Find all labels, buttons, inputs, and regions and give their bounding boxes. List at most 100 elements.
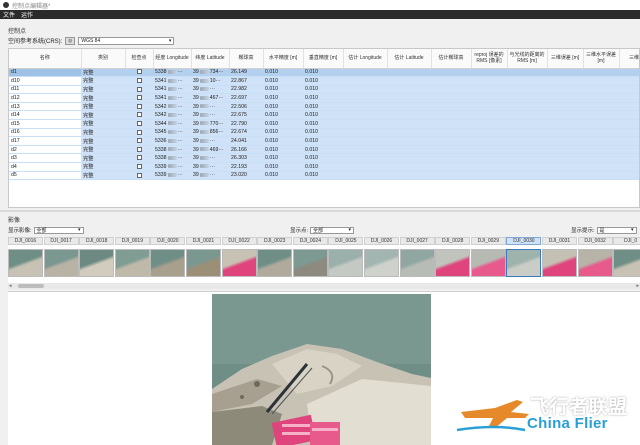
3d-error-cell[interactable] <box>547 85 583 95</box>
reproj-error-cell[interactable] <box>471 76 507 86</box>
table-row[interactable]: d2 完整 5338 ··· 39 469··· 26.166 0.010 0.010 <box>9 145 639 155</box>
estimated-latitude-cell[interactable] <box>387 162 431 172</box>
3d-horizontal-error-cell[interactable] <box>583 76 619 86</box>
height-cell[interactable]: 22.193 <box>229 162 263 172</box>
point-name-cell[interactable]: d2 <box>9 145 81 155</box>
vertical-accuracy-cell[interactable]: 0.010 <box>303 102 343 112</box>
longitude-cell[interactable]: 5339 ··· <box>153 171 191 181</box>
estimated-latitude-cell[interactable] <box>387 85 431 95</box>
point-name-cell[interactable]: d12 <box>9 93 81 103</box>
checkpoint-checkbox[interactable] <box>136 146 142 152</box>
estimated-longitude-cell[interactable] <box>343 110 387 121</box>
column-header[interactable]: 估计 Latitude <box>387 49 432 69</box>
aerial-photo[interactable] <box>212 294 431 445</box>
vertical-accuracy-cell[interactable]: 0.010 <box>303 68 343 78</box>
reproj-error-cell[interactable] <box>471 162 507 172</box>
estimated-longitude-cell[interactable] <box>343 119 387 129</box>
point-name-cell[interactable]: d15 <box>9 119 81 129</box>
horizontal-accuracy-cell[interactable]: 0.010 <box>263 128 303 138</box>
latitude-cell[interactable]: 39 ··· <box>191 136 229 146</box>
reproj-error-cell[interactable] <box>471 128 507 138</box>
3d-extra-cell[interactable] <box>619 102 639 112</box>
point-name-cell[interactable]: d3 <box>9 153 81 164</box>
checkpoint-checkbox[interactable] <box>136 120 142 126</box>
horizontal-accuracy-cell[interactable]: 0.010 <box>263 162 303 172</box>
vertical-accuracy-cell[interactable]: 0.010 <box>303 119 343 129</box>
estimated-latitude-cell[interactable] <box>387 128 431 138</box>
column-header[interactable]: 估计椭球高 <box>431 49 472 69</box>
table-row[interactable]: d13 完整 5342 ··· 39 ··· 22.506 0.010 0.010 <box>9 102 639 112</box>
estimated-height-cell[interactable] <box>431 76 471 86</box>
image-thumbnail[interactable]: DJI_0019 <box>114 237 150 281</box>
height-cell[interactable]: 22.506 <box>229 102 263 112</box>
3d-extra-cell[interactable] <box>619 119 639 129</box>
height-cell[interactable]: 26.303 <box>229 153 263 164</box>
3d-extra-cell[interactable] <box>619 76 639 86</box>
show-hint-select[interactable]: 是 ▾ <box>596 226 637 234</box>
latitude-cell[interactable]: 39 734··· <box>191 68 229 78</box>
latitude-cell[interactable]: 39 10··· <box>191 76 229 86</box>
thumbnail-scrollbar[interactable]: ◂ ▸ <box>8 283 640 289</box>
reproj-error-cell[interactable] <box>471 93 507 103</box>
horizontal-accuracy-cell[interactable]: 0.010 <box>263 171 303 181</box>
point-name-cell[interactable]: d13 <box>9 102 81 112</box>
point-type-cell[interactable]: 完整 <box>81 68 125 78</box>
image-thumbnail[interactable]: DJI_0027 <box>399 237 435 281</box>
3d-error-cell[interactable] <box>547 145 583 155</box>
column-header[interactable]: 类别 <box>81 49 126 69</box>
table-row[interactable]: d1 完整 5338 ··· 39 734··· 26.149 0.010 0.010 <box>9 68 639 78</box>
horizontal-accuracy-cell[interactable]: 0.010 <box>263 153 303 164</box>
point-type-cell[interactable]: 完整 <box>81 119 125 129</box>
table-row[interactable]: d17 完整 5336 ··· 39 ··· 24.041 0.010 0.010 <box>9 136 639 146</box>
estimated-height-cell[interactable] <box>431 68 471 78</box>
checkpoint-cell[interactable] <box>125 119 153 129</box>
ray-distance-cell[interactable] <box>507 102 547 112</box>
ray-distance-cell[interactable] <box>507 68 547 78</box>
longitude-cell[interactable]: 5338 ··· <box>153 145 191 155</box>
3d-horizontal-error-cell[interactable] <box>583 153 619 164</box>
image-thumbnail[interactable]: DJI_0022 <box>221 237 257 281</box>
point-name-cell[interactable]: d11 <box>9 85 81 95</box>
ray-distance-cell[interactable] <box>507 153 547 164</box>
column-header[interactable]: 三维水平误差 [m] <box>583 49 620 69</box>
table-row[interactable]: d5 完整 5339 ··· 39 ··· 23.020 0.010 0.010 <box>9 171 639 181</box>
reproj-error-cell[interactable] <box>471 153 507 164</box>
estimated-latitude-cell[interactable] <box>387 171 431 181</box>
point-type-cell[interactable]: 完整 <box>81 162 125 172</box>
estimated-height-cell[interactable] <box>431 153 471 164</box>
checkpoint-checkbox[interactable] <box>136 172 142 178</box>
point-name-cell[interactable]: d4 <box>9 162 81 172</box>
horizontal-accuracy-cell[interactable]: 0.010 <box>263 76 303 86</box>
checkpoint-checkbox[interactable] <box>136 69 142 75</box>
vertical-accuracy-cell[interactable]: 0.010 <box>303 145 343 155</box>
column-header[interactable]: reproj 误差的 RMS [像素] <box>471 49 508 69</box>
vertical-accuracy-cell[interactable]: 0.010 <box>303 76 343 86</box>
estimated-latitude-cell[interactable] <box>387 153 431 164</box>
point-name-cell[interactable]: d17 <box>9 136 81 146</box>
scrollbar-thumb[interactable] <box>18 284 44 288</box>
estimated-latitude-cell[interactable] <box>387 68 431 78</box>
estimated-height-cell[interactable] <box>431 119 471 129</box>
height-cell[interactable]: 23.020 <box>229 171 263 181</box>
image-thumbnail[interactable]: DJI_0016 <box>8 237 43 281</box>
3d-error-cell[interactable] <box>547 110 583 121</box>
column-header[interactable]: 名称 <box>9 49 82 69</box>
3d-horizontal-error-cell[interactable] <box>583 119 619 129</box>
ray-distance-cell[interactable] <box>507 136 547 146</box>
estimated-height-cell[interactable] <box>431 102 471 112</box>
point-name-cell[interactable]: d5 <box>9 171 81 181</box>
ray-distance-cell[interactable] <box>507 76 547 86</box>
latitude-cell[interactable]: 39 469··· <box>191 145 229 155</box>
checkpoint-cell[interactable] <box>125 93 153 103</box>
vertical-accuracy-cell[interactable]: 0.010 <box>303 171 343 181</box>
ray-distance-cell[interactable] <box>507 171 547 181</box>
height-cell[interactable]: 22.982 <box>229 85 263 95</box>
estimated-longitude-cell[interactable] <box>343 128 387 138</box>
estimated-latitude-cell[interactable] <box>387 110 431 121</box>
image-thumbnail[interactable]: DJI_0031 <box>542 237 577 281</box>
latitude-cell[interactable]: 39 770··· <box>191 119 229 129</box>
image-thumbnail[interactable]: DJI_0026 <box>364 237 399 281</box>
point-type-cell[interactable]: 完整 <box>81 85 125 95</box>
3d-horizontal-error-cell[interactable] <box>583 162 619 172</box>
point-type-cell[interactable]: 完整 <box>81 153 125 164</box>
